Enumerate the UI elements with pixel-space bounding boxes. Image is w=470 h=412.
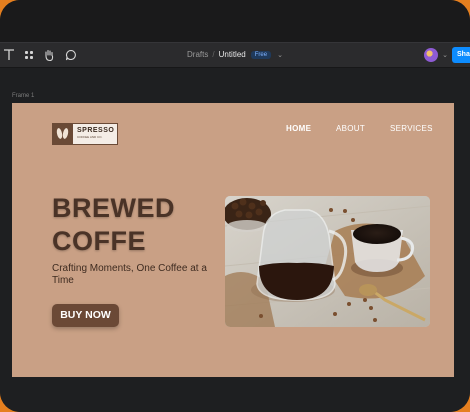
hero-subheadline: Crafting Moments, One Coffee at a Time	[52, 263, 207, 286]
app-window: Drafts / Untitled Free ⌄ ⌄ Sha Frame 1 SPRES…	[0, 0, 470, 412]
buy-now-button[interactable]: BUY NOW	[52, 304, 119, 327]
chevron-down-icon[interactable]: ⌄	[277, 52, 283, 59]
frame-1[interactable]: SPRESSO COFFEE AND CO. HOME ABOUT SERVIC…	[12, 103, 454, 377]
headline-line-2: COFFE	[52, 226, 146, 256]
site-logo[interactable]: SPRESSO COFFEE AND CO.	[52, 123, 118, 145]
headline-line-1: BREWED	[52, 193, 175, 223]
logo-name: SPRESSO	[77, 127, 115, 134]
share-button[interactable]: Sha	[452, 47, 470, 63]
nav-home[interactable]: HOME	[286, 124, 311, 133]
nav-about[interactable]: ABOUT	[336, 124, 365, 133]
toolbar: Drafts / Untitled Free ⌄ ⌄ Sha	[0, 42, 470, 68]
logo-tagline: COFFEE AND CO.	[77, 135, 103, 139]
breadcrumb-folder[interactable]: Drafts	[187, 50, 208, 59]
hero-coffee-image	[225, 196, 430, 327]
coffee-bean-icon	[53, 124, 73, 144]
title-bar	[0, 0, 470, 42]
plan-badge: Free	[250, 51, 272, 59]
frame-label[interactable]: Frame 1	[12, 93, 34, 99]
file-name[interactable]: Untitled	[219, 50, 246, 59]
chevron-down-icon[interactable]: ⌄	[442, 51, 448, 59]
nav-services[interactable]: SERVICES	[390, 124, 433, 133]
avatar[interactable]	[424, 48, 438, 62]
breadcrumb-separator: /	[212, 50, 215, 59]
hero-headline: BREWED COFFE	[52, 192, 232, 258]
breadcrumb: Drafts / Untitled Free ⌄	[0, 50, 470, 59]
